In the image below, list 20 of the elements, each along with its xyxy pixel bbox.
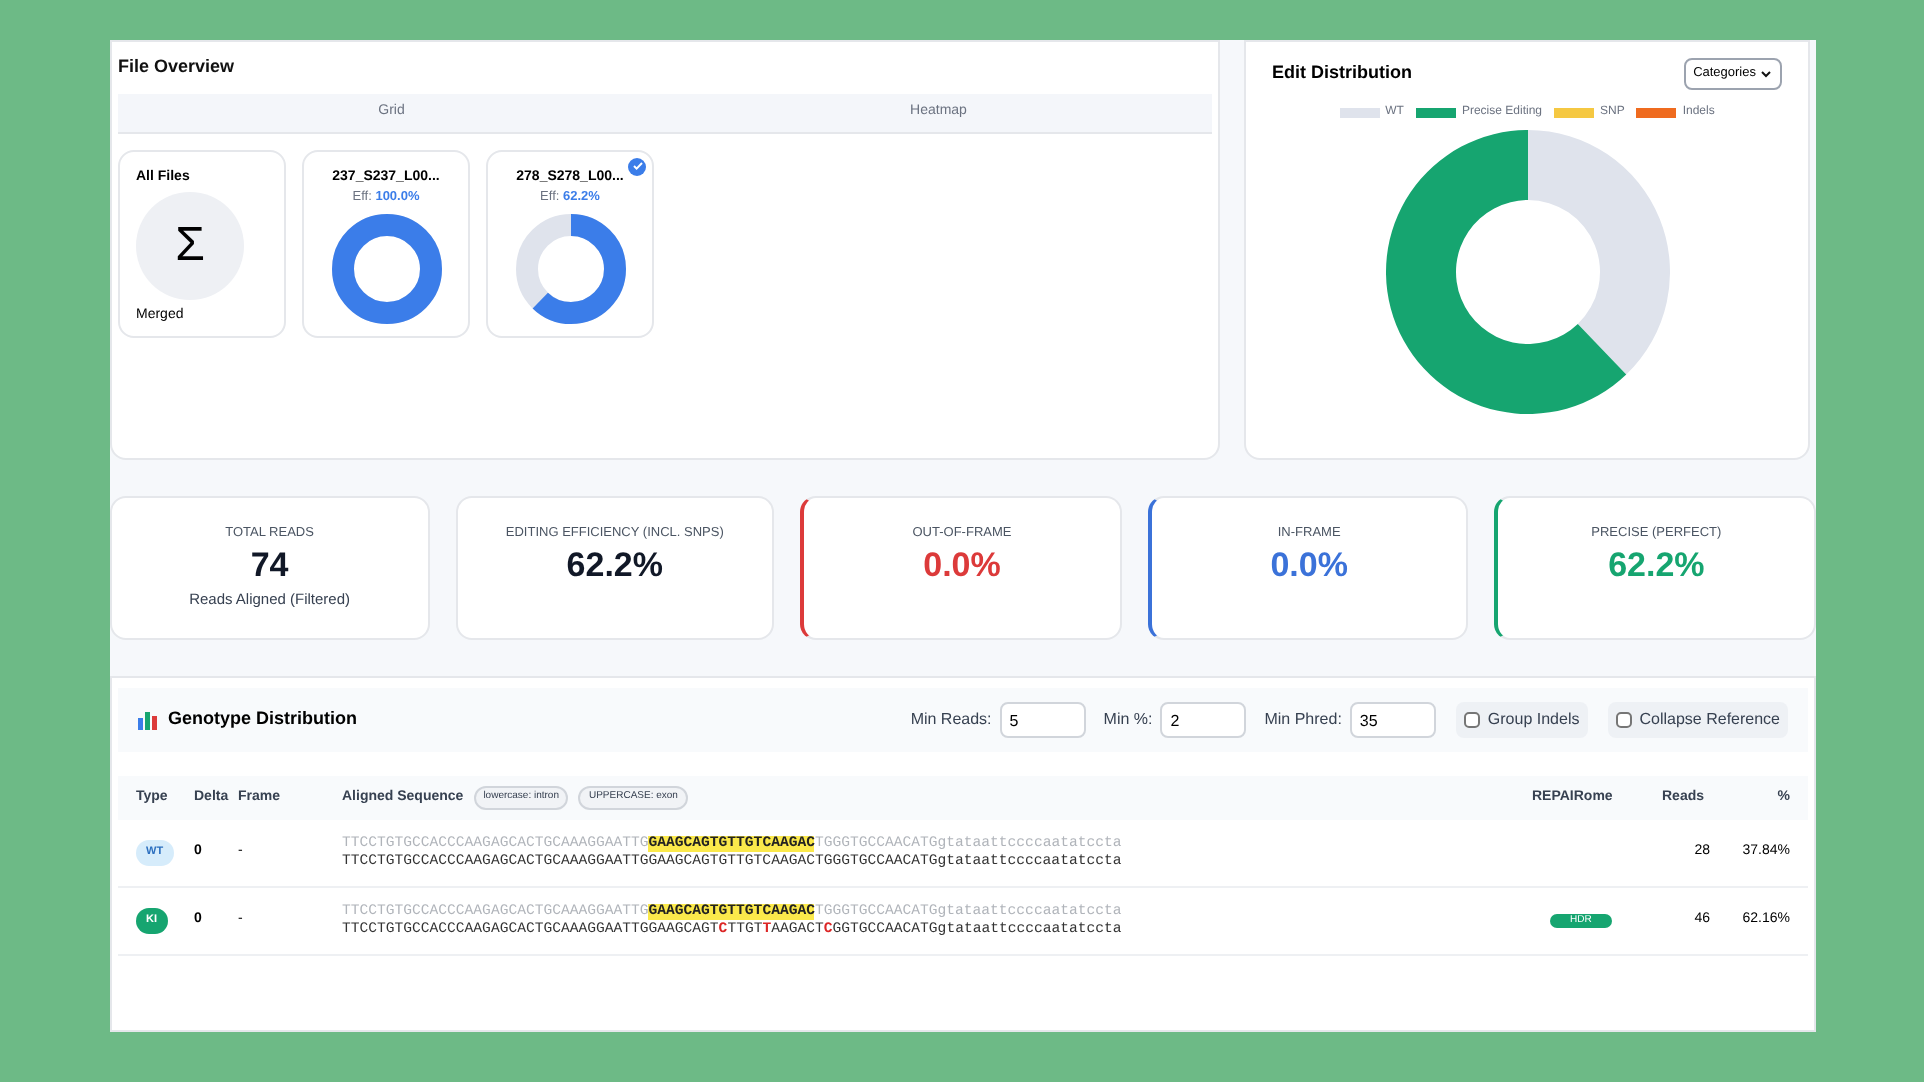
section-title: Genotype Distribution [168, 706, 357, 733]
filter-label: Min Reads: [910, 708, 992, 732]
stat-value: 62.2% [566, 543, 663, 588]
stat-value: 62.2% [1608, 543, 1705, 588]
panel-title: Edit Distribution [1272, 60, 1412, 87]
chevron-down-icon [1760, 69, 1772, 78]
filter-input[interactable]: 5 [999, 702, 1086, 738]
filter-label: Min Phred: [1264, 708, 1342, 732]
checkbox[interactable] [1463, 712, 1480, 728]
bar-chart-icon [138, 710, 158, 730]
stat-value: 74 [250, 543, 289, 588]
toggle-option[interactable]: Group Indels [1455, 702, 1588, 738]
filter-input[interactable]: 2 [1160, 702, 1247, 738]
checkbox[interactable] [1615, 712, 1632, 728]
toggle-option[interactable]: Collapse Reference [1607, 702, 1788, 738]
panel-title: File Overview [118, 54, 237, 80]
filter-label: Min %: [1103, 708, 1153, 732]
stat-value: 0.0% [923, 543, 1001, 588]
stat-value: 0.0% [1270, 543, 1348, 588]
filter-input[interactable]: 35 [1349, 702, 1436, 738]
